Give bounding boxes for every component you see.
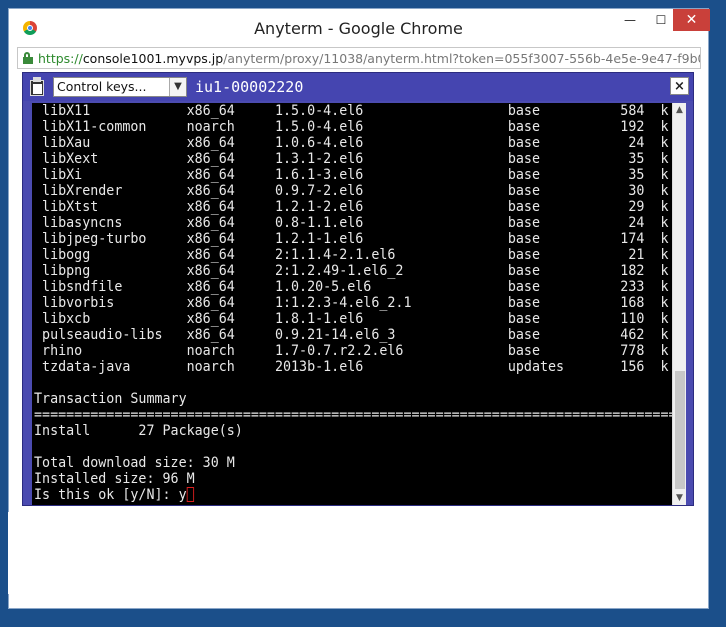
title-bar: Anyterm - Google Chrome — ☐ ✕ bbox=[9, 9, 710, 41]
terminal-line: libogg x86_64 2:1.1.4-2.1.el6 base 21 k bbox=[34, 247, 669, 263]
control-keys-select[interactable]: Control keys... ▼ bbox=[53, 77, 187, 97]
address-bar[interactable]: https:// console1001.myvps.jp /anyterm/p… bbox=[17, 47, 701, 69]
url-path: /anyterm/proxy/11038/anyterm.html?token=… bbox=[223, 50, 701, 66]
terminal-line: pulseaudio-libs x86_64 0.9.21-14.el6_3 b… bbox=[34, 327, 669, 343]
terminal-line: rhino noarch 1.7-0.7.r2.2.el6 base 778 k bbox=[34, 343, 669, 359]
clipboard-icon[interactable] bbox=[29, 77, 47, 97]
terminal-line: libsndfile x86_64 1.0.20-5.el6 base 233 … bbox=[34, 279, 669, 295]
terminal-line: Transaction Summary bbox=[34, 391, 187, 407]
scrollbar-thumb[interactable] bbox=[675, 371, 685, 489]
minimize-button[interactable]: — bbox=[615, 9, 645, 31]
terminal-line: libXext x86_64 1.3.1-2.el6 base 35 k bbox=[34, 151, 669, 167]
terminal-line: libXau x86_64 1.0.6-4.el6 base 24 k bbox=[34, 135, 669, 151]
terminal-line: Install 27 Package(s) bbox=[34, 423, 243, 439]
terminal-scrollbar[interactable]: ▲ ▼ bbox=[672, 103, 686, 505]
terminal-cursor bbox=[186, 487, 194, 502]
terminal-line: libX11-common noarch 1.5.0-4.el6 base 19… bbox=[34, 119, 669, 135]
terminal-line: libXtst x86_64 1.2.1-2.el6 base 29 k bbox=[34, 199, 669, 215]
terminal-line: ========================================… bbox=[34, 407, 672, 423]
terminal-line: Total download size: 30 M bbox=[34, 455, 235, 471]
terminal-screen[interactable]: libX11 x86_64 1.5.0-4.el6 base 584 k lib… bbox=[32, 103, 672, 505]
server-name: iu1-00002220 bbox=[195, 78, 304, 96]
terminal-line: libpng x86_64 2:1.2.49-1.el6_2 base 182 … bbox=[34, 263, 669, 279]
lock-icon bbox=[22, 52, 34, 64]
window-title: Anyterm - Google Chrome bbox=[254, 19, 463, 38]
terminal-line: libXi x86_64 1.6.1-3.el6 base 35 k bbox=[34, 167, 669, 183]
terminal-line: libasyncns x86_64 0.8-1.1.el6 base 24 k bbox=[34, 215, 669, 231]
anyterm-header: Control keys... ▼ iu1-00002220 × bbox=[23, 73, 693, 101]
anyterm-window: Control keys... ▼ iu1-00002220 × libX11 … bbox=[22, 72, 694, 506]
scroll-up-icon[interactable]: ▲ bbox=[673, 103, 686, 117]
chevron-down-icon: ▼ bbox=[169, 78, 186, 96]
terminal-line: libvorbis x86_64 1:1.2.3-4.el6_2.1 base … bbox=[34, 295, 669, 311]
close-terminal-button[interactable]: × bbox=[670, 77, 689, 95]
close-window-button[interactable]: ✕ bbox=[673, 9, 710, 31]
page-content-area bbox=[8, 512, 694, 594]
terminal-line: Installed size: 96 M bbox=[34, 471, 195, 487]
terminal-line: libXrender x86_64 0.9.7-2.el6 base 30 k bbox=[34, 183, 669, 199]
terminal-line: libX11 x86_64 1.5.0-4.el6 base 584 k bbox=[34, 103, 669, 119]
url-host: console1001.myvps.jp bbox=[82, 50, 224, 66]
control-keys-label: Control keys... bbox=[57, 79, 147, 94]
terminal-line: libjpeg-turbo x86_64 1.2.1-1.el6 base 17… bbox=[34, 231, 669, 247]
maximize-button[interactable]: ☐ bbox=[646, 9, 676, 31]
terminal-prompt: Is this ok [y/N]: y bbox=[34, 487, 194, 503]
terminal-line: tzdata-java noarch 2013b-1.el6 updates 1… bbox=[34, 359, 669, 375]
prompt-text: Is this ok [y/N]: y bbox=[34, 487, 187, 503]
terminal-line: libxcb x86_64 1.8.1-1.el6 base 110 k bbox=[34, 311, 669, 327]
url-scheme: https:// bbox=[38, 50, 83, 66]
scroll-down-icon[interactable]: ▼ bbox=[673, 491, 686, 505]
